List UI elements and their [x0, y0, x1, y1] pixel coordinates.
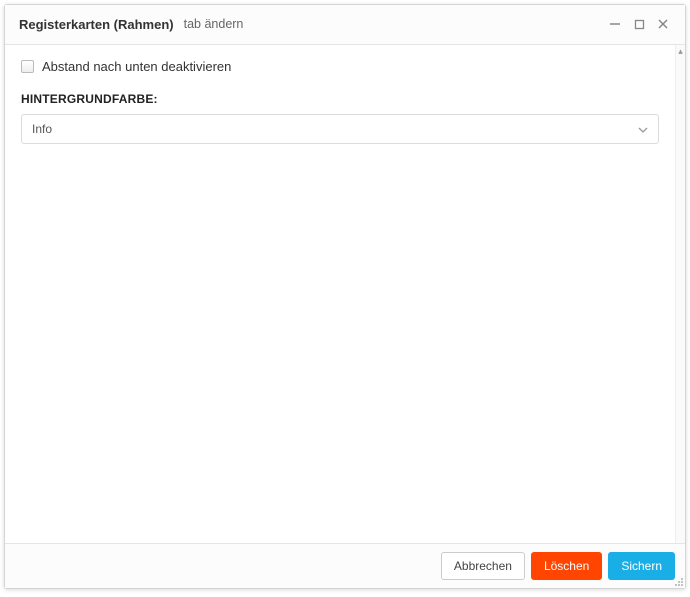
close-button[interactable] — [653, 14, 673, 34]
disable-bottom-spacing-checkbox[interactable] — [21, 60, 34, 73]
checkbox-row: Abstand nach unten deaktivieren — [21, 59, 659, 74]
footer: Abbrechen Löschen Sichern — [5, 543, 685, 588]
background-color-label: HINTERGRUNDFARBE: — [21, 92, 659, 106]
select-value: Info — [32, 122, 52, 136]
scroll-up-icon: ▴ — [678, 47, 683, 56]
titlebar: Registerkarten (Rahmen) tab ändern — [5, 5, 685, 45]
window-subtitle: tab ändern — [184, 17, 244, 31]
resize-grip[interactable] — [672, 575, 684, 587]
maximize-icon — [634, 19, 645, 30]
minimize-icon — [609, 18, 621, 30]
close-icon — [657, 18, 669, 30]
chevron-down-icon — [638, 122, 648, 136]
background-color-select[interactable]: Info — [21, 114, 659, 144]
minimize-button[interactable] — [605, 14, 625, 34]
cancel-button[interactable]: Abbrechen — [441, 552, 525, 580]
content-inner: Abstand nach unten deaktivieren HINTERGR… — [5, 45, 675, 543]
checkbox-label: Abstand nach unten deaktivieren — [42, 59, 231, 74]
save-button[interactable]: Sichern — [608, 552, 675, 580]
content-area: Abstand nach unten deaktivieren HINTERGR… — [5, 45, 685, 543]
vertical-scrollbar[interactable]: ▴ — [675, 45, 685, 543]
window-title: Registerkarten (Rahmen) — [19, 17, 174, 32]
maximize-button[interactable] — [629, 14, 649, 34]
dialog-window: Registerkarten (Rahmen) tab ändern Absta… — [4, 4, 686, 589]
delete-button[interactable]: Löschen — [531, 552, 602, 580]
